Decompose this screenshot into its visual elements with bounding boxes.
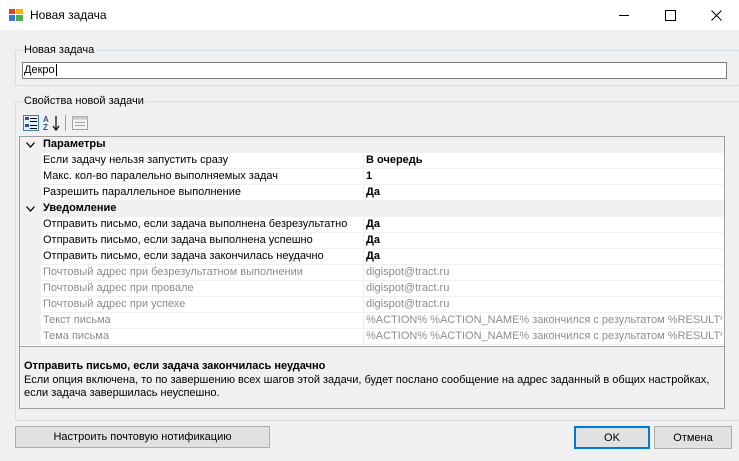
grid-property-value[interactable]: digispot@tract.ru <box>366 282 722 294</box>
grid-property-row[interactable]: Отправить письмо, если задача выполнена … <box>20 217 724 233</box>
grid-property-row[interactable]: Отправить письмо, если задача выполнена … <box>20 233 724 249</box>
grid-property-value[interactable]: %ACTION% %ACTION_NAME% закончился с резу… <box>366 330 722 342</box>
grid-column-divider[interactable] <box>363 329 364 345</box>
task-name-input[interactable]: Декро <box>22 62 727 79</box>
grid-row-gutter <box>20 217 41 233</box>
text-caret <box>55 64 57 77</box>
grid-row-gutter <box>20 185 41 201</box>
grid-row-gutter <box>20 297 41 313</box>
grid-property-value[interactable]: %ACTION% %ACTION_NAME% закончился с резу… <box>366 314 722 326</box>
alphabetical-sort-icon: A Z <box>43 115 60 131</box>
grid-property-name: Тема письма <box>43 330 109 342</box>
property-pages-button[interactable] <box>70 113 90 133</box>
cancel-button[interactable]: Отмена <box>654 426 732 449</box>
grid-property-value[interactable]: Да <box>366 250 722 262</box>
grid-property-row[interactable]: Почтовый адрес при безрезультатном выпол… <box>20 265 724 281</box>
grid-column-divider[interactable] <box>363 297 364 313</box>
grid-column-divider[interactable] <box>363 233 364 249</box>
grid-column-divider[interactable] <box>363 217 364 233</box>
grid-property-value[interactable]: В очередь <box>366 154 722 166</box>
window-title: Новая задача <box>30 8 107 22</box>
grid-property-name: Текст письма <box>43 314 111 326</box>
grid-row-gutter <box>20 281 41 297</box>
grid-property-name: Разрешить параллельное выполнение <box>43 186 241 198</box>
grid-property-row[interactable]: Тема письма %ACTION% %ACTION_NAME% законч… <box>20 329 724 345</box>
property-pages-icon <box>72 116 88 130</box>
maximize-button[interactable] <box>647 0 693 30</box>
grid-category-row[interactable]: Параметры <box>20 137 724 153</box>
grid-property-name: Почтовый адрес при безрезультатном выпол… <box>43 266 303 278</box>
grid-property-name: Макс. кол-во паралельно выполняемых зада… <box>43 170 278 182</box>
ok-button[interactable]: OK <box>574 426 650 449</box>
grid-property-value[interactable]: Да <box>366 218 722 230</box>
maximize-icon <box>664 9 676 21</box>
app-window-icon <box>9 9 23 21</box>
grid-category-label: Параметры <box>43 138 106 150</box>
categorized-view-icon <box>23 115 39 131</box>
grid-property-row[interactable]: Почтовый адрес при провале digispot@tract… <box>20 281 724 297</box>
grid-property-name: Отправить письмо, если задача выполнена … <box>43 218 348 230</box>
grid-property-value[interactable]: digispot@tract.ru <box>366 266 722 278</box>
grid-column-divider[interactable] <box>363 185 364 201</box>
grid-property-row[interactable]: Если задачу нельзя запустить сразу В очер… <box>20 153 724 169</box>
grid-row-gutter <box>20 329 41 345</box>
task-properties-group-legend: Свойства новой задачи <box>22 95 146 107</box>
task-name-value: Декро <box>24 64 55 76</box>
title-bar: Новая задача <box>0 0 739 30</box>
property-grid[interactable]: Параметры Если задачу нельзя запустить ср… <box>19 136 725 347</box>
grid-row-gutter <box>20 169 41 185</box>
close-icon <box>710 9 722 21</box>
grid-column-divider[interactable] <box>363 249 364 265</box>
grid-property-name: Отправить письмо, если задача выполнена … <box>43 234 313 246</box>
configure-notification-button[interactable]: Настроить почтовую нотификацию <box>15 426 270 448</box>
grid-column-divider[interactable] <box>363 281 364 297</box>
minimize-icon <box>619 14 629 16</box>
grid-property-row[interactable]: Отправить письмо, если задача закончилас… <box>20 249 724 265</box>
minimize-button[interactable] <box>601 0 647 30</box>
grid-property-name: Отправить письмо, если задача закончилас… <box>43 250 324 262</box>
property-grid-toolbar: A Z <box>19 112 91 134</box>
grid-column-divider[interactable] <box>363 313 364 329</box>
chevron-down-icon[interactable] <box>24 202 36 216</box>
grid-property-name: Почтовый адрес при провале <box>43 282 194 294</box>
grid-row-gutter <box>20 249 41 265</box>
description-panel: Отправить письмо, если задача закончилас… <box>19 346 725 409</box>
grid-category-label: Уведомление <box>43 202 117 214</box>
grid-property-row[interactable]: Текст письма %ACTION% %ACTION_NAME% закон… <box>20 313 724 329</box>
grid-column-divider[interactable] <box>363 169 364 185</box>
grid-property-name: Почтовый адрес при успехе <box>43 298 186 310</box>
alphabetical-sort-button[interactable]: A Z <box>42 113 62 133</box>
grid-column-divider[interactable] <box>363 153 364 169</box>
description-title: Отправить письмо, если задача закончилас… <box>24 360 326 372</box>
grid-property-row[interactable]: Макс. кол-во паралельно выполняемых зада… <box>20 169 724 185</box>
close-button[interactable] <box>693 0 739 30</box>
grid-row-gutter <box>20 153 41 169</box>
grid-column-divider[interactable] <box>363 265 364 281</box>
grid-property-value[interactable]: 1 <box>366 170 722 182</box>
toolbar-separator <box>65 115 66 131</box>
task-name-group-legend: Новая задача <box>22 44 97 56</box>
chevron-down-icon[interactable] <box>24 138 36 152</box>
grid-property-row[interactable]: Почтовый адрес при успехе digispot@tract.… <box>20 297 724 313</box>
grid-row-gutter <box>20 313 41 329</box>
description-text: Если опция включена, то по завершению вс… <box>24 374 710 399</box>
grid-property-value[interactable]: Да <box>366 186 722 198</box>
svg-text:Z: Z <box>43 123 48 131</box>
grid-row-gutter <box>20 233 41 249</box>
grid-category-row[interactable]: Уведомление <box>20 201 724 217</box>
categorized-view-button[interactable] <box>21 113 41 133</box>
grid-property-value[interactable]: Да <box>366 234 722 246</box>
grid-row-gutter <box>20 265 41 281</box>
grid-property-value[interactable]: digispot@tract.ru <box>366 298 722 310</box>
grid-property-name: Если задачу нельзя запустить сразу <box>43 154 229 166</box>
grid-property-row[interactable]: Разрешить параллельное выполнение Да <box>20 185 724 201</box>
